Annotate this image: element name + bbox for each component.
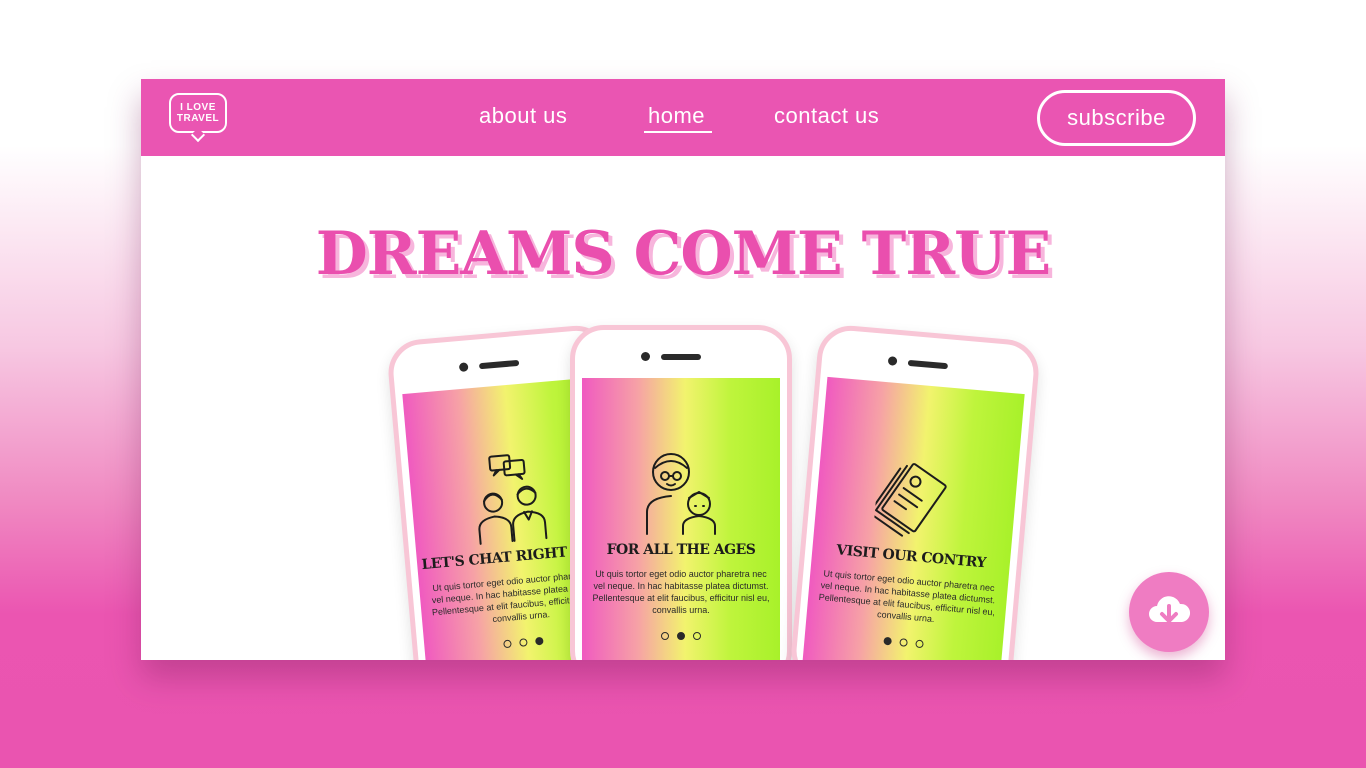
phone-mockup-right: VISIT OUR CONTRY Ut quis tortor eget odi… [788,323,1042,660]
logo-line-2: TRAVEL [176,113,220,124]
subscribe-button[interactable]: subscribe [1037,90,1196,146]
phone-screen: FOR ALL THE AGES Ut quis tortor eget odi… [582,378,780,660]
carousel-dots [883,636,924,649]
nav-active-underline [644,131,712,133]
cloud-download-icon [1149,596,1191,623]
carousel-dots [503,636,544,649]
carousel-dot[interactable] [519,638,528,647]
carousel-dot-active[interactable] [883,636,892,646]
family-icon [646,453,716,535]
hero-headline: DREAMS COME TRUE [315,219,1051,289]
carousel-dot[interactable] [503,639,512,649]
phone-mockup-center: FOR ALL THE AGES Ut quis tortor eget odi… [570,325,792,660]
tickets-icon [872,463,947,537]
navbar: I LOVE TRAVEL about us home contact us s… [141,79,1225,156]
carousel-dot[interactable] [693,632,701,640]
phone-speaker [661,354,701,360]
phone-speaker [907,359,949,370]
carousel-dots [661,632,701,640]
nav-home[interactable]: home [648,103,705,129]
logo[interactable]: I LOVE TRAVEL [169,93,227,143]
carousel-dot[interactable] [899,638,908,647]
carousel-dot-active[interactable] [677,632,685,640]
phone-card-title: VISIT OUR CONTRY [835,542,987,572]
phone-camera [458,362,469,373]
carousel-dot[interactable] [915,639,924,649]
website-frame: I LOVE TRAVEL about us home contact us s… [141,79,1225,660]
phone-speaker [478,359,520,370]
carousel-dot-active[interactable] [535,636,544,646]
carousel-dot[interactable] [661,632,669,640]
phone-screen: VISIT OUR CONTRY Ut quis tortor eget odi… [800,376,1025,660]
download-fab-button[interactable] [1129,572,1209,652]
nav-contact-us[interactable]: contact us [774,103,879,129]
phone-card-body: Ut quis tortor eget odio auctor pharetra… [592,569,770,615]
chat-people-icon [478,454,548,545]
logo-line-1: I LOVE [180,102,216,113]
phone-card-body: Ut quis tortor eget odio auctor pharetra… [818,568,996,625]
nav-about-us[interactable]: about us [479,103,567,129]
phone-card-title: FOR ALL THE AGES [606,542,756,558]
phone-camera [887,356,898,366]
phone-camera [641,352,650,361]
